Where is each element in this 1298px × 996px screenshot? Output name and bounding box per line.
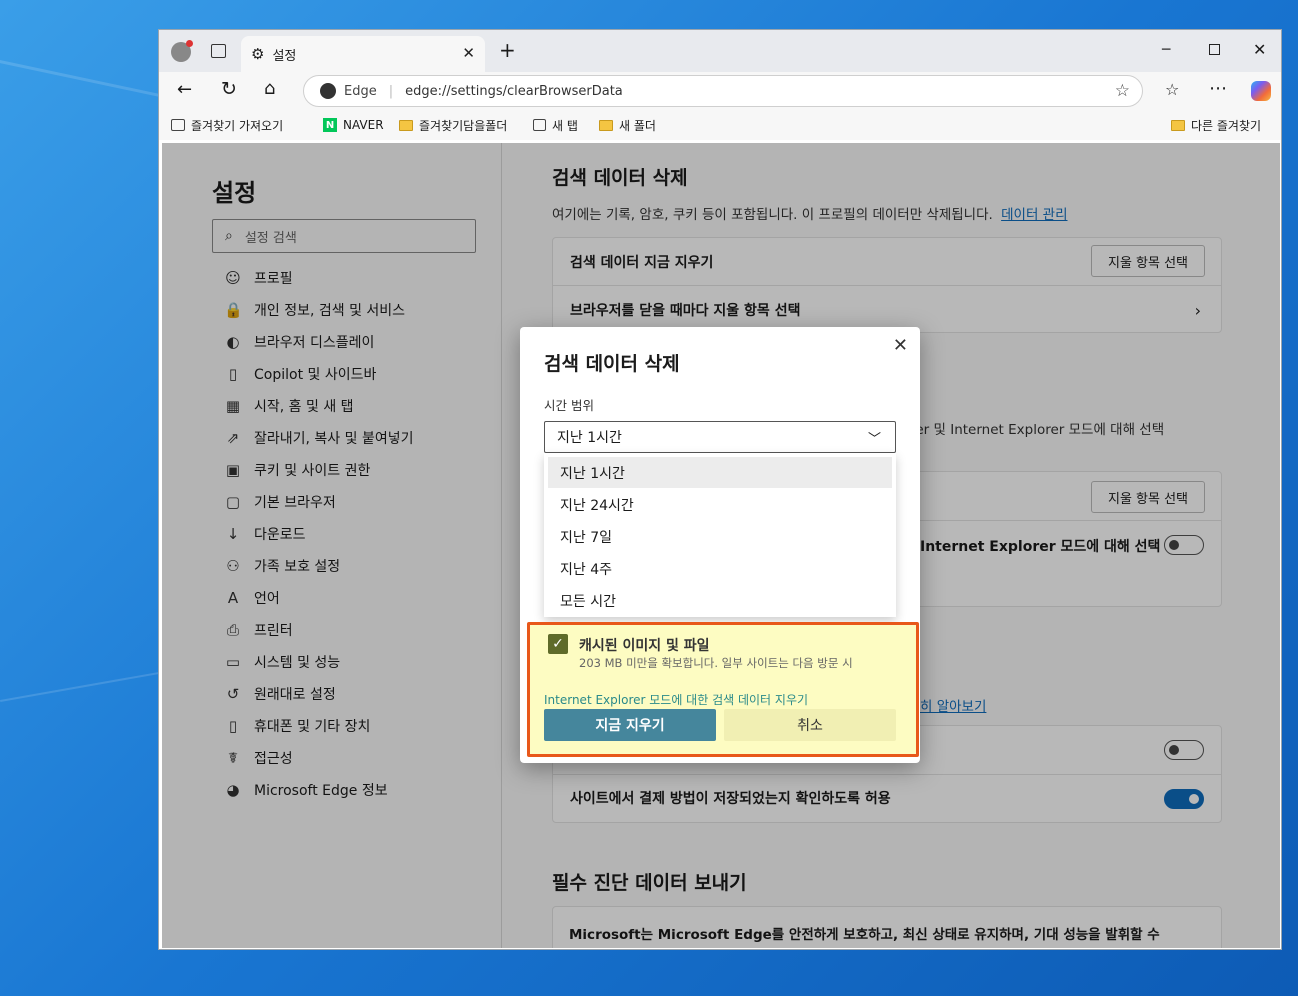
bookmark-label: NAVER [343,118,384,132]
bookmark-import[interactable]: 즐겨찾기 가져오기 [171,115,283,135]
chevron-down-icon: ﹀ [867,432,881,447]
address-bar[interactable]: Edge | edge://settings/clearBrowserData … [303,75,1143,107]
tab-title: 설정 [272,48,297,64]
option-label: 지난 1시간 [560,465,625,482]
minimize-icon[interactable]: ─ [1162,42,1170,58]
bookmark-folder-1[interactable]: 즐겨찾기담을폴더 [399,115,507,135]
time-range-select[interactable]: 지난 1시간 ﹀ [544,421,896,453]
favorite-star-icon[interactable]: ☆ [1115,81,1130,101]
bookmark-folder-2[interactable]: 새 폴더 [599,115,656,135]
time-range-value: 지난 1시간 [557,430,622,446]
bookmarks-bar: 즐겨찾기 가져오기 N NAVER 즐겨찾기담을폴더 새 탭 새 폴더 다른 즐… [159,110,1281,140]
profile-avatar-icon[interactable] [171,40,193,62]
maximize-icon[interactable] [1209,44,1220,55]
option-last-hour[interactable]: 지난 1시간 [548,457,892,488]
edge-logo-icon [320,83,336,99]
option-last-4w[interactable]: 지난 4주 [548,553,892,584]
copilot-icon[interactable] [1251,81,1271,101]
naver-icon: N [323,118,337,132]
new-tab-page-icon [533,119,546,131]
option-label: 모든 시간 [560,593,616,610]
bookmark-label: 다른 즐겨찾기 [1191,118,1262,133]
close-icon[interactable]: ✕ [893,335,908,356]
cache-label: 캐시된 이미지 및 파일 [579,638,710,654]
clear-now-button[interactable]: 지금 지우기 [544,709,716,741]
dialog-title: 검색 데이터 삭제 [544,353,680,375]
close-tab-icon[interactable]: ✕ [462,44,475,62]
option-label: 지난 4주 [560,561,612,578]
option-label: 지난 24시간 [560,497,634,514]
back-icon[interactable]: ← [177,79,192,100]
folder-icon [399,119,413,131]
option-last-24h[interactable]: 지난 24시간 [548,489,892,520]
address-toolbar: ← ↻ ⌂ Edge | edge://settings/clearBrowse… [159,72,1281,110]
site-name: Edge [344,83,377,99]
tab-actions-icon[interactable] [211,44,226,58]
option-label: 지난 7일 [560,529,612,546]
url-text: edge://settings/clearBrowserData [405,83,623,99]
favorites-icon[interactable]: ☆ [1165,80,1179,99]
cache-checkbox[interactable]: ✓ [548,634,568,654]
time-range-label: 시간 범위 [544,398,594,413]
folder-icon [1171,119,1185,131]
home-icon[interactable]: ⌂ [264,78,275,99]
bookmark-label: 즐겨찾기 가져오기 [191,118,284,133]
tab-settings[interactable]: ⚙ 설정 ✕ [241,36,485,72]
bookmark-label: 새 탭 [552,118,578,133]
import-icon [171,119,185,131]
option-all-time[interactable]: 모든 시간 [548,585,892,616]
folder-icon [599,119,613,131]
bookmark-naver[interactable]: N NAVER [323,115,384,135]
time-range-dropdown: 지난 1시간 지난 24시간 지난 7일 지난 4주 모든 시간 [544,453,896,617]
more-icon[interactable]: ⋯ [1209,78,1227,99]
cache-description: 203 MB 미만을 확보합니다. 일부 사이트는 다음 방문 시 [579,656,853,670]
bookmark-other[interactable]: 다른 즐겨찾기 [1171,115,1261,135]
bookmark-label: 새 폴더 [619,118,656,133]
close-window-icon[interactable]: ✕ [1253,40,1266,59]
title-bar: ⚙ 설정 ✕ + ─ ✕ [159,30,1281,72]
option-last-7d[interactable]: 지난 7일 [548,521,892,552]
ie-clear-link[interactable]: Internet Explorer 모드에 대한 검색 데이터 지우기 [544,691,808,708]
gear-icon: ⚙ [251,45,265,63]
new-tab-icon[interactable]: + [499,38,516,62]
bookmark-new-tab[interactable]: 새 탭 [533,115,578,135]
refresh-icon[interactable]: ↻ [221,78,237,100]
highlight-box: ✓ 캐시된 이미지 및 파일 203 MB 미만을 확보합니다. 일부 사이트는… [527,622,919,757]
cancel-button[interactable]: 취소 [724,709,896,741]
bookmark-label: 즐겨찾기담을폴더 [419,118,508,133]
